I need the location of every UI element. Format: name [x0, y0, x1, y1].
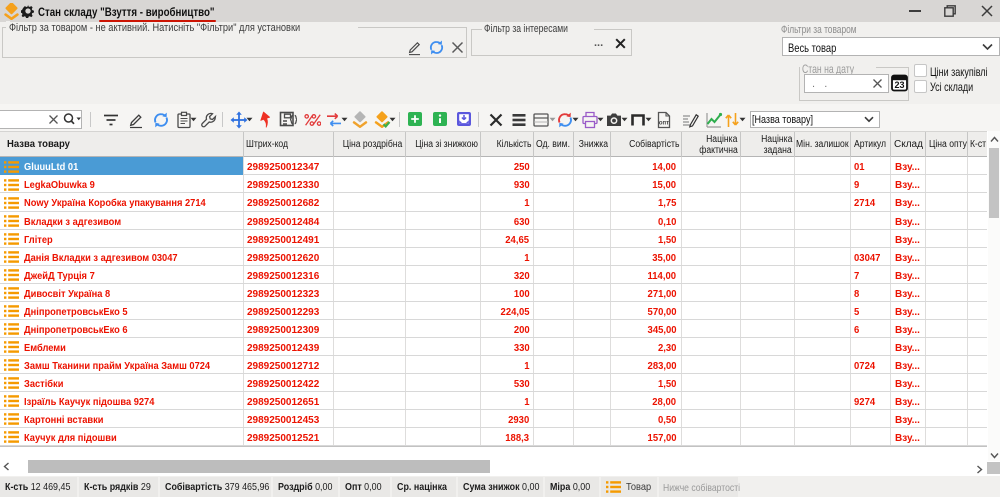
svg-text:опт: опт: [659, 121, 669, 127]
svg-text:23: 23: [894, 80, 904, 90]
